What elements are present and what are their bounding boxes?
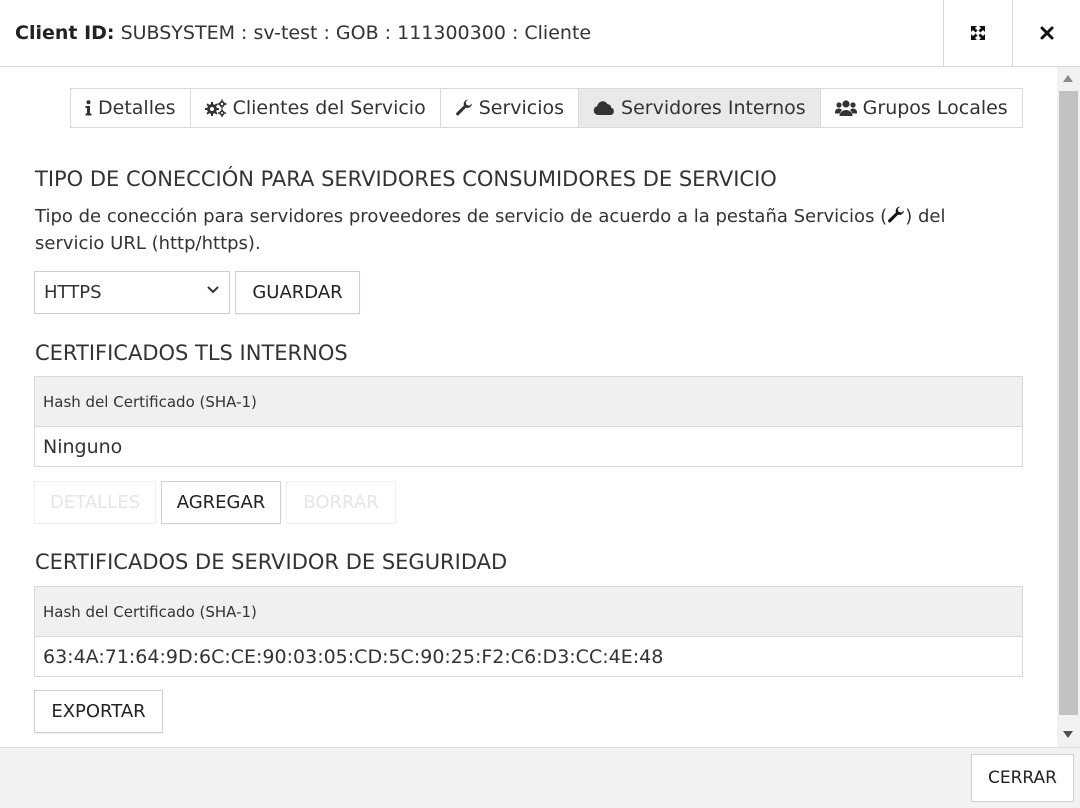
close-icon — [1040, 26, 1054, 40]
details-button[interactable]: DETALLES — [34, 481, 156, 524]
security-certificates-table: Hash del Certificado (SHA-1) 63:4A:71:64… — [34, 586, 1023, 677]
cloud-icon — [593, 101, 614, 115]
wrench-icon — [455, 99, 472, 116]
users-icon — [834, 100, 857, 116]
connection-type-select[interactable]: HTTPS — [34, 271, 230, 314]
gears-icon — [204, 99, 227, 117]
save-button[interactable]: GUARDAR — [235, 271, 360, 314]
scroll-thumb[interactable] — [1059, 91, 1078, 715]
scroll-down-arrow-icon[interactable] — [1063, 731, 1073, 738]
tab-label: Grupos Locales — [862, 97, 1008, 119]
cerrar-button[interactable]: CERRAR — [971, 754, 1074, 802]
tab-servidores-internos[interactable]: Servidores Internos — [578, 88, 820, 128]
tab-servicios[interactable]: Servicios — [439, 88, 579, 128]
tab-label: Clientes del Servicio — [232, 97, 426, 119]
dialog-header: Client ID: SUBSYSTEM : sv-test : GOB : 1… — [0, 0, 1080, 67]
delete-button[interactable]: BORRAR — [286, 481, 396, 524]
select-value: HTTPS — [44, 282, 102, 303]
chevron-down-icon — [207, 286, 219, 294]
description-text-start: Tipo de conección para servidores provee… — [35, 206, 888, 227]
tls-certificates-table: Hash del Certificado (SHA-1) Ninguno — [34, 376, 1023, 467]
table-row[interactable]: Ninguno — [35, 427, 1022, 466]
tab-detalles[interactable]: Detalles — [70, 88, 190, 128]
dialog-body: Detalles Clientes del Servicio Servicios… — [0, 67, 1057, 747]
tls-certificates-title: CERTIFICADOS TLS INTERNOS — [35, 341, 348, 365]
scroll-up-arrow-icon[interactable] — [1063, 75, 1073, 82]
wrench-icon — [888, 206, 905, 223]
add-button[interactable]: AGREGAR — [161, 481, 281, 524]
tab-label: Servidores Internos — [621, 97, 806, 119]
security-certificates-title: CERTIFICADOS DE SERVIDOR DE SEGURIDAD — [35, 550, 508, 574]
expand-icon — [971, 26, 985, 40]
connection-type-description: Tipo de conección para servidores provee… — [35, 203, 995, 257]
connection-type-title: TIPO DE CONECCIÓN PARA SERVIDORES CONSUM… — [35, 167, 777, 191]
title-value: SUBSYSTEM : sv-test : GOB : 111300300 : … — [120, 22, 592, 44]
dialog-footer: CERRAR — [0, 747, 1080, 808]
table-row[interactable]: 63:4A:71:64:9D:6C:CE:90:03:05:CD:5C:90:2… — [35, 637, 1022, 676]
tab-clientes-del-servicio[interactable]: Clientes del Servicio — [189, 88, 440, 128]
dialog-title: Client ID: SUBSYSTEM : sv-test : GOB : 1… — [15, 22, 591, 44]
tab-bar: Detalles Clientes del Servicio Servicios… — [70, 88, 1023, 128]
vertical-scrollbar[interactable] — [1057, 67, 1080, 747]
expand-button[interactable] — [943, 0, 1012, 66]
tab-label: Servicios — [478, 97, 565, 119]
info-icon — [85, 100, 92, 116]
tab-label: Detalles — [98, 97, 176, 119]
export-button[interactable]: EXPORTAR — [34, 690, 163, 733]
table-header-hash: Hash del Certificado (SHA-1) — [35, 377, 1022, 427]
close-button[interactable] — [1012, 0, 1080, 66]
table-header-hash: Hash del Certificado (SHA-1) — [35, 587, 1022, 637]
tab-grupos-locales[interactable]: Grupos Locales — [819, 88, 1023, 128]
title-label: Client ID: — [15, 22, 115, 44]
